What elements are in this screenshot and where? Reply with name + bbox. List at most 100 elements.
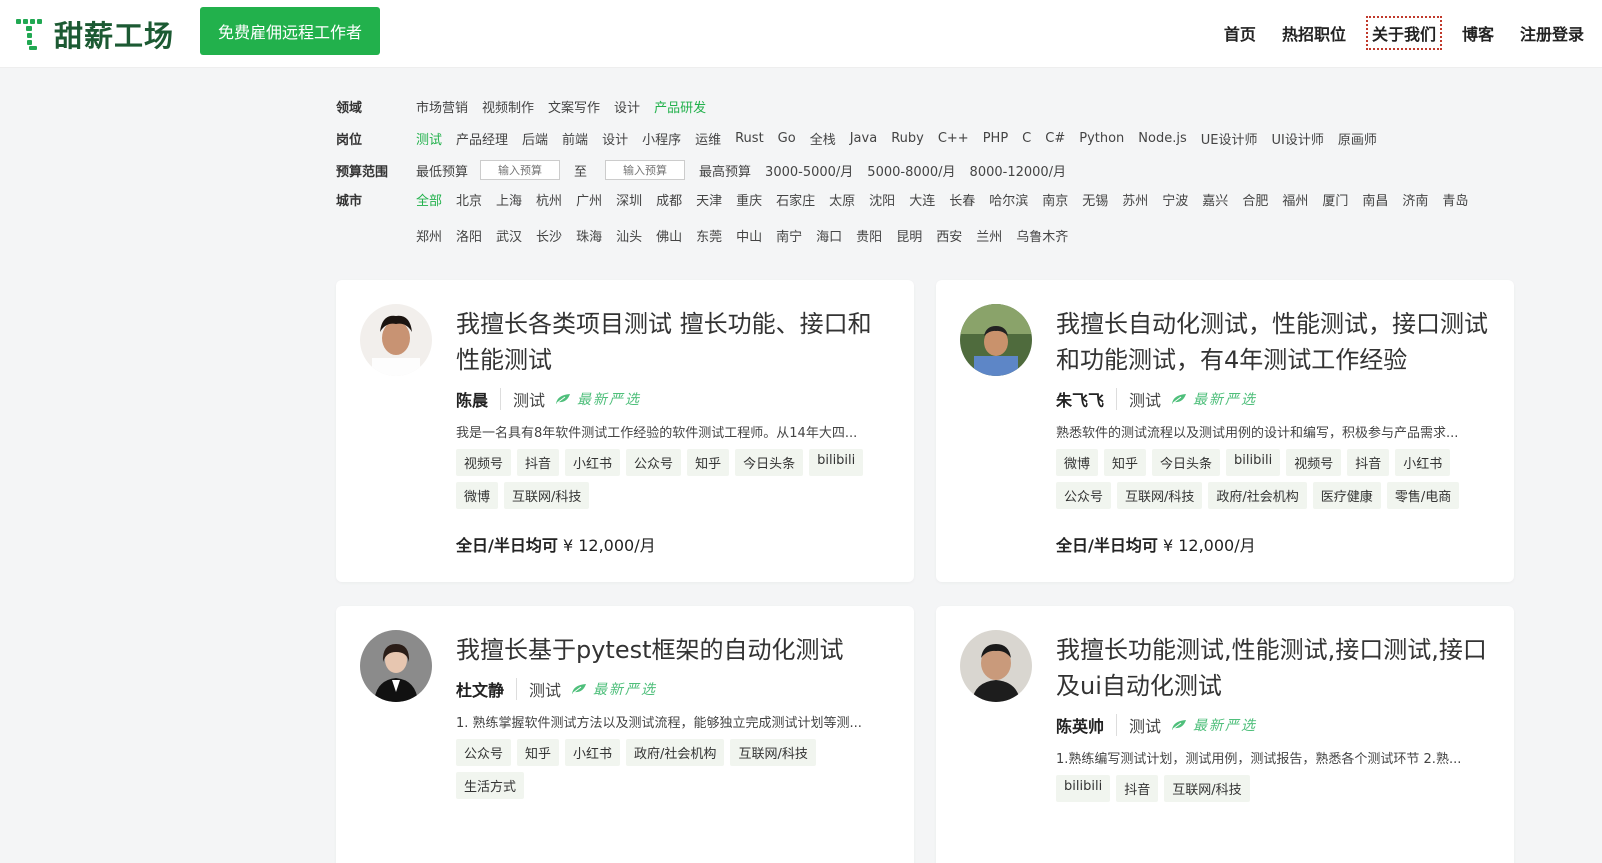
industry-tag[interactable]: 微博 (1056, 449, 1099, 476)
industry-tag[interactable]: 医疗健康 (1312, 482, 1381, 509)
city-option[interactable]: 石家庄 (776, 186, 815, 218)
city-option[interactable]: 郑州 (416, 222, 442, 254)
freelancer-card[interactable]: 我擅长自动化测试，性能测试，接口测试和功能测试，有4年测试工作经验 朱飞飞 测试… (936, 280, 1514, 582)
city-option[interactable]: 沈阳 (869, 186, 895, 218)
city-option[interactable]: 南宁 (776, 222, 802, 254)
position-option[interactable]: Rust (735, 131, 764, 146)
nav-home[interactable]: 首页 (1220, 18, 1260, 48)
city-option[interactable]: 济南 (1402, 186, 1428, 218)
city-option[interactable]: 武汉 (496, 222, 522, 254)
city-option[interactable]: 深圳 (616, 186, 642, 218)
industry-tag[interactable]: 互联网/科技 (504, 482, 590, 509)
industry-tag[interactable]: 知乎 (1104, 449, 1147, 476)
industry-tag[interactable]: 知乎 (687, 449, 730, 476)
city-option[interactable]: 兰州 (976, 222, 1002, 254)
nav-hot-jobs[interactable]: 热招职位 (1278, 18, 1350, 48)
freelancer-card[interactable]: 我擅长功能测试,性能测试,接口测试,接口及ui自动化测试 陈英帅 测试 最新严选… (936, 606, 1514, 863)
position-option[interactable]: UE设计师 (1201, 129, 1258, 148)
city-option[interactable]: 广州 (576, 186, 602, 218)
position-option[interactable]: Ruby (891, 131, 924, 146)
city-option[interactable]: 合肥 (1242, 186, 1268, 218)
position-option[interactable]: 测试 (416, 129, 442, 148)
city-option[interactable]: 无锡 (1082, 186, 1108, 218)
city-option[interactable]: 杭州 (536, 186, 562, 218)
industry-tag[interactable]: 小红书 (1395, 449, 1451, 476)
industry-tag[interactable]: 今日头条 (1152, 449, 1221, 476)
industry-tag[interactable]: bilibili (1056, 775, 1111, 802)
position-option[interactable]: PHP (983, 131, 1008, 146)
nav-register-login[interactable]: 注册登录 (1516, 18, 1588, 48)
city-option[interactable]: 西安 (936, 222, 962, 254)
budget-max-input[interactable] (605, 160, 686, 180)
position-option[interactable]: Go (778, 131, 796, 146)
industry-tag[interactable]: 政府/社会机构 (1208, 482, 1307, 509)
city-option[interactable]: 重庆 (736, 186, 762, 218)
city-option[interactable]: 南昌 (1362, 186, 1388, 218)
industry-tag[interactable]: bilibili (809, 449, 864, 476)
city-option[interactable]: 苏州 (1122, 186, 1148, 218)
city-option[interactable]: 太原 (829, 186, 855, 218)
position-option[interactable]: 运维 (695, 129, 721, 148)
industry-tag[interactable]: 公众号 (1056, 482, 1112, 509)
city-option[interactable]: 南京 (1042, 186, 1068, 218)
site-logo[interactable]: 甜薪工场 (14, 13, 174, 55)
city-option[interactable]: 洛阳 (456, 222, 482, 254)
city-option[interactable]: 北京 (456, 186, 482, 218)
freelancer-card[interactable]: 我擅长基于pytest框架的自动化测试 杜文静 测试 最新严选 1. 熟练掌握软… (336, 606, 914, 863)
city-option[interactable]: 昆明 (896, 222, 922, 254)
domain-option[interactable]: 文案写作 (548, 97, 600, 116)
industry-tag[interactable]: 公众号 (626, 449, 682, 476)
position-option[interactable]: 后端 (522, 129, 548, 148)
position-option[interactable]: 产品经理 (456, 129, 508, 148)
position-option[interactable]: 小程序 (642, 129, 681, 148)
industry-tag[interactable]: 互联网/科技 (1164, 775, 1250, 802)
city-option[interactable]: 东莞 (696, 222, 722, 254)
city-option[interactable]: 佛山 (656, 222, 682, 254)
industry-tag[interactable]: 视频号 (456, 449, 512, 476)
nav-blog[interactable]: 博客 (1458, 18, 1498, 48)
hire-remote-worker-button[interactable]: 免费雇佣远程工作者 (200, 7, 380, 55)
budget-preset[interactable]: 5000-8000/月 (867, 161, 955, 180)
industry-tag[interactable]: 小红书 (565, 449, 621, 476)
industry-tag[interactable]: 零售/电商 (1386, 482, 1460, 509)
city-option[interactable]: 海口 (816, 222, 842, 254)
city-option[interactable]: 上海 (496, 186, 522, 218)
industry-tag[interactable]: 知乎 (517, 739, 560, 766)
position-option[interactable]: C++ (938, 131, 969, 146)
domain-option[interactable]: 视频制作 (482, 97, 534, 116)
industry-tag[interactable]: 今日头条 (735, 449, 804, 476)
position-option[interactable]: Java (850, 131, 877, 146)
city-option[interactable]: 厦门 (1322, 186, 1348, 218)
city-option[interactable]: 贵阳 (856, 222, 882, 254)
domain-option[interactable]: 产品研发 (654, 97, 706, 116)
industry-tag[interactable]: 生活方式 (456, 772, 525, 799)
budget-preset[interactable]: 3000-5000/月 (765, 161, 853, 180)
position-option[interactable]: Python (1079, 131, 1124, 146)
card-title[interactable]: 我擅长自动化测试，性能测试，接口测试和功能测试，有4年测试工作经验 (1056, 306, 1492, 378)
city-option[interactable]: 福州 (1282, 186, 1308, 218)
city-option[interactable]: 汕头 (616, 222, 642, 254)
city-option[interactable]: 珠海 (576, 222, 602, 254)
city-option[interactable]: 哈尔滨 (989, 186, 1028, 218)
card-title[interactable]: 我擅长各类项目测试 擅长功能、接口和性能测试 (456, 306, 892, 378)
card-title[interactable]: 我擅长功能测试,性能测试,接口测试,接口及ui自动化测试 (1056, 632, 1492, 704)
budget-preset[interactable]: 8000-12000/月 (970, 161, 1067, 180)
city-option[interactable]: 青岛 (1442, 186, 1468, 218)
position-option[interactable]: 原画师 (1338, 129, 1377, 148)
position-option[interactable]: C# (1045, 131, 1065, 146)
domain-option[interactable]: 市场营销 (416, 97, 468, 116)
industry-tag[interactable]: 抖音 (1347, 449, 1390, 476)
position-option[interactable]: UI设计师 (1271, 129, 1323, 148)
industry-tag[interactable]: 抖音 (1116, 775, 1159, 802)
industry-tag[interactable]: 微博 (456, 482, 499, 509)
city-option[interactable]: 嘉兴 (1202, 186, 1228, 218)
city-option[interactable]: 成都 (656, 186, 682, 218)
freelancer-card[interactable]: 我擅长各类项目测试 擅长功能、接口和性能测试 陈晨 测试 最新严选 我是一名具有… (336, 280, 914, 582)
industry-tag[interactable]: 视频号 (1286, 449, 1342, 476)
city-option[interactable]: 长沙 (536, 222, 562, 254)
city-option[interactable]: 中山 (736, 222, 762, 254)
industry-tag[interactable]: 抖音 (517, 449, 560, 476)
city-option[interactable]: 大连 (909, 186, 935, 218)
city-option[interactable]: 长春 (949, 186, 975, 218)
position-option[interactable]: 全栈 (810, 129, 836, 148)
